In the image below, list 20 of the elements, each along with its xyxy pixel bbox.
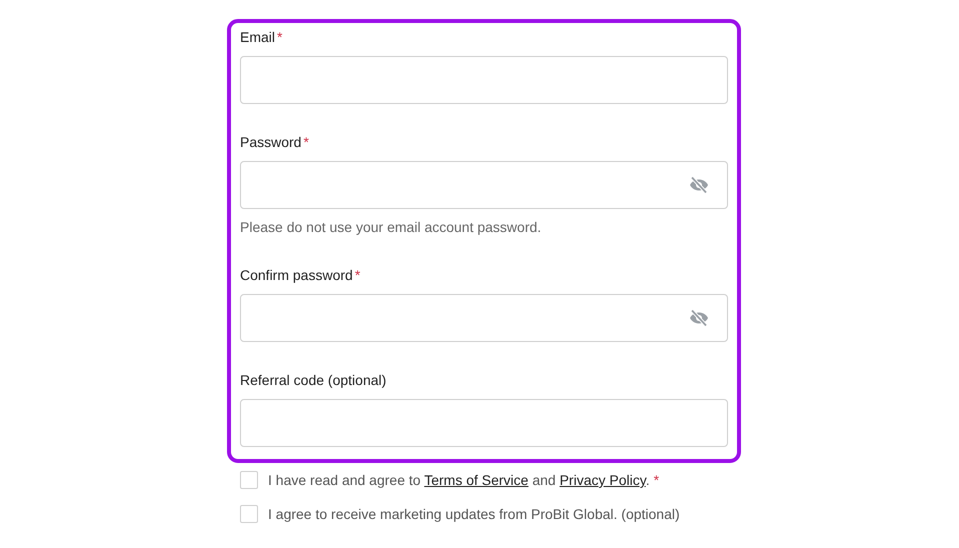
required-mark: *	[303, 134, 309, 150]
policy-link[interactable]: Privacy Policy	[560, 472, 646, 488]
required-mark: *	[354, 267, 360, 283]
input-field[interactable]	[240, 399, 728, 447]
checkbox[interactable]	[240, 471, 258, 489]
field-label: Password	[240, 134, 302, 150]
eye-slash-icon[interactable]	[689, 176, 709, 194]
input-field[interactable]	[240, 161, 728, 209]
eye-slash-icon[interactable]	[689, 309, 709, 327]
input-field[interactable]	[240, 56, 728, 104]
agreement-text: I have read and agree to Terms of Service and Privacy Policy. *	[268, 471, 660, 490]
agreement-text: I agree to receive marketing updates from ProBit Global. (optional)	[268, 505, 680, 524]
input-field[interactable]	[240, 294, 728, 342]
required-mark: *	[277, 29, 282, 45]
field-label: Email	[240, 29, 276, 45]
policy-link[interactable]: Terms of Service	[424, 472, 528, 488]
field-label: Referral code (optional)	[240, 372, 386, 388]
hint-text: Please do not use your email account password.	[240, 218, 542, 237]
field-label: Confirm password	[240, 267, 353, 283]
checkbox[interactable]	[240, 505, 258, 523]
